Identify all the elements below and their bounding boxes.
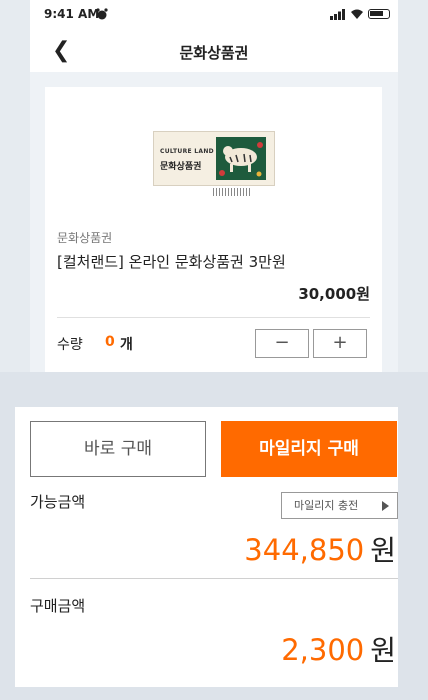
- purchase-panel-content: 바로 구매 마일리지 구매 가능금액 마일리지 충전 344,850 원 구매금액…: [15, 407, 398, 687]
- alarm-clock-icon: [96, 8, 108, 20]
- buy-now-button[interactable]: 바로 구매: [30, 421, 206, 477]
- battery-icon: [368, 9, 390, 19]
- page-title: 문화상품권: [179, 44, 249, 62]
- divider: [57, 317, 370, 318]
- product-name: [컬처랜드] 온라인 문화상품권 3만원: [57, 253, 286, 271]
- available-amount: 344,850 원: [244, 529, 396, 569]
- available-amount-unit: 원: [370, 534, 396, 567]
- payment-amount-label: 구매금액: [30, 597, 86, 615]
- quantity-increase-button[interactable]: +: [313, 329, 367, 358]
- gift-card-brand: CULTURE LAND: [160, 148, 214, 155]
- product-price: 30,000원: [298, 285, 370, 303]
- product-category: 문화상품권: [57, 231, 113, 245]
- status-time: 9:41 AM: [44, 7, 100, 21]
- purchase-panel: 바로 구매 마일리지 구매 가능금액 마일리지 충전 344,850 원 구매금액…: [0, 372, 428, 700]
- available-amount-label: 가능금액: [30, 493, 86, 511]
- quantity-unit: 개: [120, 337, 133, 353]
- gift-card-image: CULTURE LAND 문화상품권: [153, 131, 275, 186]
- signal-icon: [330, 9, 345, 20]
- status-bar: 9:41 AM: [30, 0, 398, 30]
- mileage-charge-button[interactable]: 마일리지 충전: [281, 492, 398, 519]
- barcode: [213, 188, 251, 196]
- available-amount-value: 344,850: [244, 533, 365, 567]
- mileage-charge-label: 마일리지 충전: [294, 499, 359, 512]
- gift-card-name: 문화상품권: [160, 162, 202, 172]
- payment-amount: 2,300 원: [281, 629, 396, 669]
- payment-amount-value: 2,300: [281, 633, 365, 667]
- mileage-purchase-button[interactable]: 마일리지 구매: [221, 421, 397, 477]
- nav-bar: ❮ 문화상품권: [30, 30, 398, 72]
- quantity-label: 수량: [57, 337, 83, 353]
- quantity-value: 0: [105, 334, 115, 350]
- quantity-decrease-button[interactable]: −: [255, 329, 309, 358]
- payment-amount-unit: 원: [370, 634, 396, 667]
- divider: [30, 578, 398, 579]
- play-arrow-icon: [382, 501, 389, 511]
- wifi-icon: [351, 9, 363, 19]
- product-card: CULTURE LAND 문화상품권 문화상품권 [컬처랜드] 온라인 문화상품…: [45, 87, 382, 380]
- tiger-illustration-icon: [216, 137, 266, 180]
- phone-screen: 9:41 AM ❮ 문화상품권 CULTURE LAND 문화상품권 문화상품권…: [30, 0, 398, 380]
